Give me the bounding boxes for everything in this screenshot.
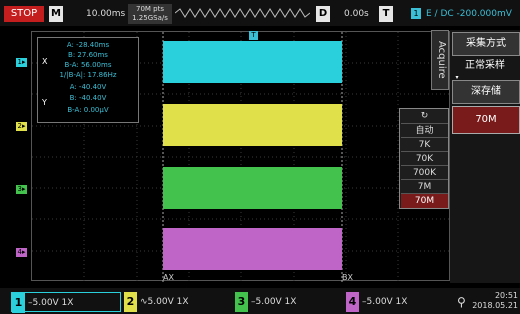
- cursor-delta-voltage: B-A: 0.00μV: [67, 106, 109, 114]
- memory-depth-indicator: 70M pts 1.25GSa/s: [128, 4, 172, 24]
- storage-depth-title[interactable]: 深存储: [452, 80, 520, 104]
- cursor-measurement-panel: X A: -28.40ms B: 27.60ms B-A: 56.00ms 1/…: [37, 37, 139, 123]
- ch3-number: 3: [235, 292, 248, 312]
- ch1-number: 1: [12, 293, 25, 313]
- acquire-tab-label: Acquire: [436, 41, 447, 79]
- ch4-level-marker[interactable]: 4▸: [16, 248, 27, 257]
- acquire-menu-tab[interactable]: Acquire: [431, 30, 449, 90]
- acquire-softkey-panel: 采集方式 正常采样 ▾ 深存储 70M: [450, 30, 520, 283]
- storage-depth-list[interactable]: ↻ 自动 7K 70K 700K 7M 70M: [399, 108, 449, 209]
- cursor-delta-time: B-A: 56.00ms: [64, 61, 112, 69]
- storage-depth-value[interactable]: 70M: [452, 106, 520, 134]
- ch4-scale: –5.00V 1X: [362, 297, 408, 307]
- depth-option-70m[interactable]: 70M: [401, 193, 448, 208]
- cursor-a-label: AX: [163, 273, 174, 282]
- run-stop-status[interactable]: STOP: [4, 6, 44, 22]
- depth-option-auto[interactable]: 自动: [401, 123, 448, 138]
- cursor-frequency: 1/|B-A|: 17.86Hz: [59, 71, 117, 79]
- main-timebase-key[interactable]: M: [49, 6, 63, 22]
- ch2-scale: ∿5.00V 1X: [140, 297, 189, 307]
- acquisition-mode-value[interactable]: 正常采样: [452, 56, 518, 76]
- cursor-b-time: B: 27.60ms: [68, 51, 108, 59]
- cursor-a-voltage: A: -40.40V: [69, 83, 107, 91]
- trigger-position-marker[interactable]: T: [249, 31, 258, 40]
- ch2-status[interactable]: 2 ∿5.00V 1X: [124, 292, 224, 312]
- ch2-level-marker[interactable]: 2▸: [16, 122, 27, 131]
- depth-option-700k[interactable]: 700K: [401, 165, 448, 180]
- ch3-status[interactable]: 3 –5.00V 1X: [235, 292, 335, 312]
- trigger-source-badge: 1: [411, 8, 421, 19]
- ch4-status[interactable]: 4 –5.00V 1X: [346, 292, 446, 312]
- ch1-scale: –5.00V 1X: [28, 298, 74, 308]
- ch1-status[interactable]: 1 –5.00V 1X: [11, 292, 121, 313]
- waveform-overview-icon: [175, 8, 310, 18]
- ch4-waveform: [163, 228, 342, 270]
- trigger-key[interactable]: T: [379, 6, 393, 22]
- ch3-waveform: [163, 167, 342, 209]
- cursor-a-time: A: -28.40ms: [66, 41, 110, 49]
- depth-option-7m[interactable]: 7M: [401, 179, 448, 194]
- cursor-b-label: BX: [342, 273, 353, 282]
- trigger-settings[interactable]: E / DC -200.000mV: [426, 6, 518, 22]
- clock-time: 20:51: [494, 291, 518, 300]
- refresh-icon[interactable]: ↻: [401, 109, 448, 123]
- ch3-level-marker[interactable]: 3▸: [16, 185, 27, 194]
- delay-key[interactable]: D: [316, 6, 330, 22]
- depth-option-7k[interactable]: 7K: [401, 137, 448, 152]
- sample-rate: 1.25GSa/s: [132, 14, 168, 22]
- cursor-b-voltage: B: -40.40V: [69, 94, 107, 102]
- ch3-scale: –5.00V 1X: [251, 297, 297, 307]
- depth-option-70k[interactable]: 70K: [401, 151, 448, 166]
- acquisition-mode-title[interactable]: 采集方式: [452, 32, 520, 56]
- ch1-waveform: [163, 41, 342, 83]
- delay-value[interactable]: 0.00s: [344, 6, 376, 22]
- clock-date: 2018.05.21: [472, 301, 518, 310]
- ch2-waveform: [163, 104, 342, 146]
- ch2-number: 2: [124, 292, 137, 312]
- memory-points: 70M pts: [135, 5, 164, 13]
- ch4-number: 4: [346, 292, 359, 312]
- ch1-level-marker[interactable]: 1▸: [16, 58, 27, 67]
